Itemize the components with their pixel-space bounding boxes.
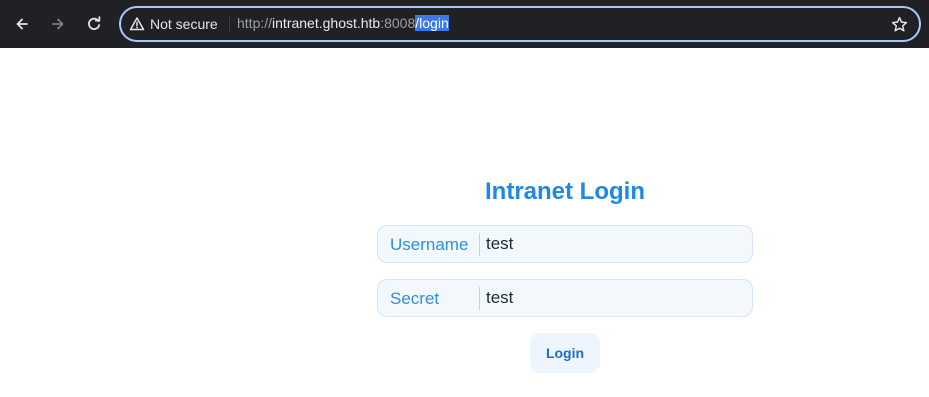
- bookmark-button[interactable]: [889, 14, 909, 34]
- secret-field[interactable]: Secret: [377, 279, 753, 317]
- page-title: Intranet Login: [485, 178, 645, 205]
- username-field[interactable]: Username: [377, 225, 753, 263]
- reload-button[interactable]: [78, 8, 110, 40]
- login-page: Intranet Login Username Secret Login: [0, 48, 929, 397]
- secret-label: Secret: [390, 289, 440, 308]
- field-divider: [479, 233, 480, 256]
- star-icon: [891, 16, 907, 32]
- browser-toolbar: Not secure http://intranet.ghost.htb:800…: [0, 0, 929, 48]
- url-host: intranet.ghost.htb: [272, 15, 381, 31]
- arrow-right-icon: [52, 18, 64, 30]
- url-path-selected: /login: [415, 15, 449, 31]
- warning-triangle-icon: [129, 17, 145, 31]
- arrow-left-icon: [16, 18, 28, 30]
- address-bar[interactable]: Not secure http://intranet.ghost.htb:800…: [119, 6, 921, 42]
- url-port: :8008: [380, 15, 416, 31]
- forward-button[interactable]: [42, 8, 74, 40]
- username-input[interactable]: [486, 230, 741, 258]
- security-label: Not secure: [150, 16, 218, 32]
- login-button[interactable]: Login: [530, 333, 600, 373]
- back-button[interactable]: [6, 8, 38, 40]
- url-text[interactable]: http://intranet.ghost.htb:8008/login: [237, 15, 449, 31]
- secret-input[interactable]: [486, 284, 741, 312]
- chip-divider: [229, 16, 230, 32]
- reload-icon: [88, 16, 101, 30]
- username-label: Username: [390, 235, 469, 254]
- url-scheme: http://: [237, 15, 273, 31]
- security-chip[interactable]: Not secure: [129, 14, 218, 34]
- field-divider: [479, 287, 480, 310]
